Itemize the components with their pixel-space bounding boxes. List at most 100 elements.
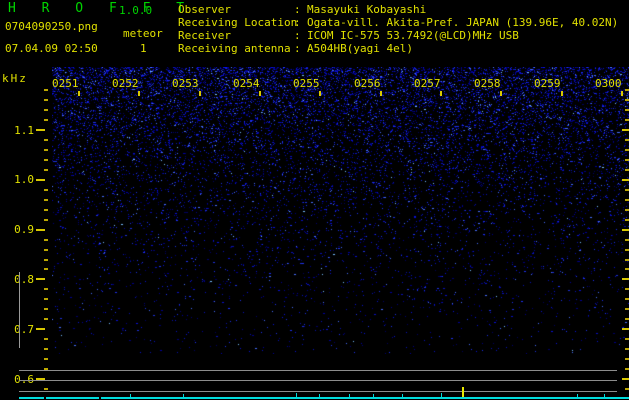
freq-minor-tick bbox=[44, 148, 48, 151]
time-label: 0257 bbox=[414, 77, 441, 90]
info-value: ICOM IC-575 53.7492(@LCD)MHz USB bbox=[307, 29, 519, 42]
info-value: Masayuki Kobayashi bbox=[307, 3, 427, 16]
info-label: Observer bbox=[178, 3, 231, 16]
freq-major-tick-right bbox=[622, 178, 629, 181]
freq-minor-tick bbox=[44, 208, 48, 211]
freq-minor-tick-right bbox=[625, 158, 629, 161]
freq-major-tick bbox=[36, 378, 45, 380]
freq-minor-tick-right bbox=[625, 248, 629, 251]
freq-minor-tick bbox=[44, 318, 48, 321]
spectrogram-noise-canvas bbox=[52, 67, 629, 354]
freq-minor-tick-right bbox=[625, 388, 629, 390]
info-separator: : bbox=[294, 29, 301, 42]
freq-minor-tick-right bbox=[625, 89, 629, 92]
freq-major-tick-right bbox=[622, 278, 629, 281]
freq-minor-tick bbox=[44, 368, 48, 370]
freq-tick-label: 0.8 bbox=[14, 273, 34, 286]
time-label: 0251 bbox=[52, 77, 79, 90]
observation-mode: meteor bbox=[123, 27, 163, 40]
time-tick bbox=[621, 91, 623, 96]
trace-blip bbox=[441, 393, 442, 397]
info-label: Receiver bbox=[178, 29, 231, 42]
observation-datetime: 07.04.09 02:50 bbox=[5, 42, 98, 55]
time-tick bbox=[380, 91, 382, 96]
time-tick bbox=[199, 91, 201, 96]
info-value: Ogata-vill. Akita-Pref. JAPAN (139.96E, … bbox=[307, 16, 619, 29]
time-tick bbox=[561, 91, 563, 96]
time-label: 0254 bbox=[233, 77, 260, 90]
freq-minor-tick-right bbox=[625, 208, 629, 211]
freq-minor-tick bbox=[44, 119, 48, 121]
info-label: Receiving Location bbox=[178, 16, 298, 29]
echo-count: 1 bbox=[140, 42, 147, 55]
time-label: 0255 bbox=[293, 77, 320, 90]
info-row-location: Receiving Location: Ogata-vill. Akita-Pre… bbox=[178, 16, 618, 29]
time-label: 0300 bbox=[595, 77, 622, 90]
trace-blip bbox=[604, 394, 605, 397]
freq-minor-tick bbox=[44, 218, 48, 221]
level-ref-line bbox=[19, 380, 617, 381]
freq-minor-tick bbox=[44, 158, 48, 161]
freq-minor-tick bbox=[44, 388, 48, 390]
freq-minor-tick bbox=[44, 188, 48, 191]
freq-major-tick-right bbox=[622, 129, 629, 131]
freq-minor-tick-right bbox=[625, 308, 629, 311]
freq-major-tick-right bbox=[622, 378, 629, 380]
freq-major-tick-right bbox=[622, 228, 629, 231]
freq-minor-tick bbox=[44, 248, 48, 251]
freq-minor-tick-right bbox=[625, 258, 629, 261]
freq-minor-tick-right bbox=[625, 119, 629, 121]
echo-marker-spike bbox=[462, 387, 464, 397]
freq-tick-label: 1.0 bbox=[14, 173, 34, 186]
freq-minor-tick-right bbox=[625, 139, 629, 141]
info-row-antenna: Receiving antenna: A504HB(yagi 4el) bbox=[178, 42, 618, 55]
info-separator: : bbox=[294, 16, 301, 29]
freq-unit-label: kHz bbox=[2, 72, 28, 85]
info-separator: : bbox=[294, 3, 301, 16]
freq-minor-tick-right bbox=[625, 238, 629, 241]
time-label: 0253 bbox=[172, 77, 199, 90]
time-tick bbox=[500, 91, 502, 96]
trace-gap bbox=[44, 397, 46, 399]
time-label: 0252 bbox=[112, 77, 139, 90]
level-scale-vline bbox=[19, 272, 20, 348]
trace-blip bbox=[130, 394, 131, 397]
trace-gap bbox=[99, 397, 101, 399]
trace-blip bbox=[183, 394, 184, 397]
hrofft-spectrogram-screenshot: H R O F F T 1.0.0 0704090250.png meteor … bbox=[0, 0, 629, 400]
info-row-receiver: Receiver: ICOM IC-575 53.7492(@LCD)MHz US… bbox=[178, 29, 618, 42]
freq-minor-tick-right bbox=[625, 218, 629, 221]
freq-minor-tick-right bbox=[625, 168, 629, 171]
freq-minor-tick-right bbox=[625, 318, 629, 321]
freq-tick-label: 1.1 bbox=[14, 124, 34, 137]
freq-major-tick bbox=[36, 129, 45, 131]
freq-minor-tick bbox=[44, 288, 48, 291]
time-tick bbox=[259, 91, 261, 96]
freq-minor-tick bbox=[44, 308, 48, 311]
freq-minor-tick-right bbox=[625, 109, 629, 112]
freq-minor-tick bbox=[44, 298, 48, 301]
info-label: Receiving antenna bbox=[178, 42, 291, 55]
freq-minor-tick-right bbox=[625, 198, 629, 201]
freq-minor-tick bbox=[44, 109, 48, 112]
info-row-observer: Observer: Masayuki Kobayashi bbox=[178, 3, 618, 16]
freq-tick-label: 0.7 bbox=[14, 323, 34, 336]
freq-minor-tick bbox=[44, 338, 48, 341]
freq-minor-tick bbox=[44, 238, 48, 241]
freq-major-tick-right bbox=[622, 328, 629, 331]
freq-major-tick bbox=[36, 178, 45, 181]
freq-minor-tick bbox=[44, 198, 48, 201]
trace-blip bbox=[319, 394, 320, 397]
level-ref-line bbox=[19, 391, 617, 392]
station-info-block: Observer: Masayuki Kobayashi Receiving Lo… bbox=[178, 3, 618, 55]
trace-blip bbox=[349, 394, 350, 397]
time-label: 0259 bbox=[534, 77, 561, 90]
trace-blip bbox=[577, 394, 578, 397]
freq-tick-label: 0.9 bbox=[14, 223, 34, 236]
freq-minor-tick bbox=[44, 168, 48, 171]
freq-major-tick bbox=[36, 278, 45, 281]
info-separator: : bbox=[294, 42, 301, 55]
freq-major-tick bbox=[36, 228, 45, 231]
freq-minor-tick bbox=[44, 358, 48, 361]
app-title: H R O F F T bbox=[8, 1, 194, 16]
